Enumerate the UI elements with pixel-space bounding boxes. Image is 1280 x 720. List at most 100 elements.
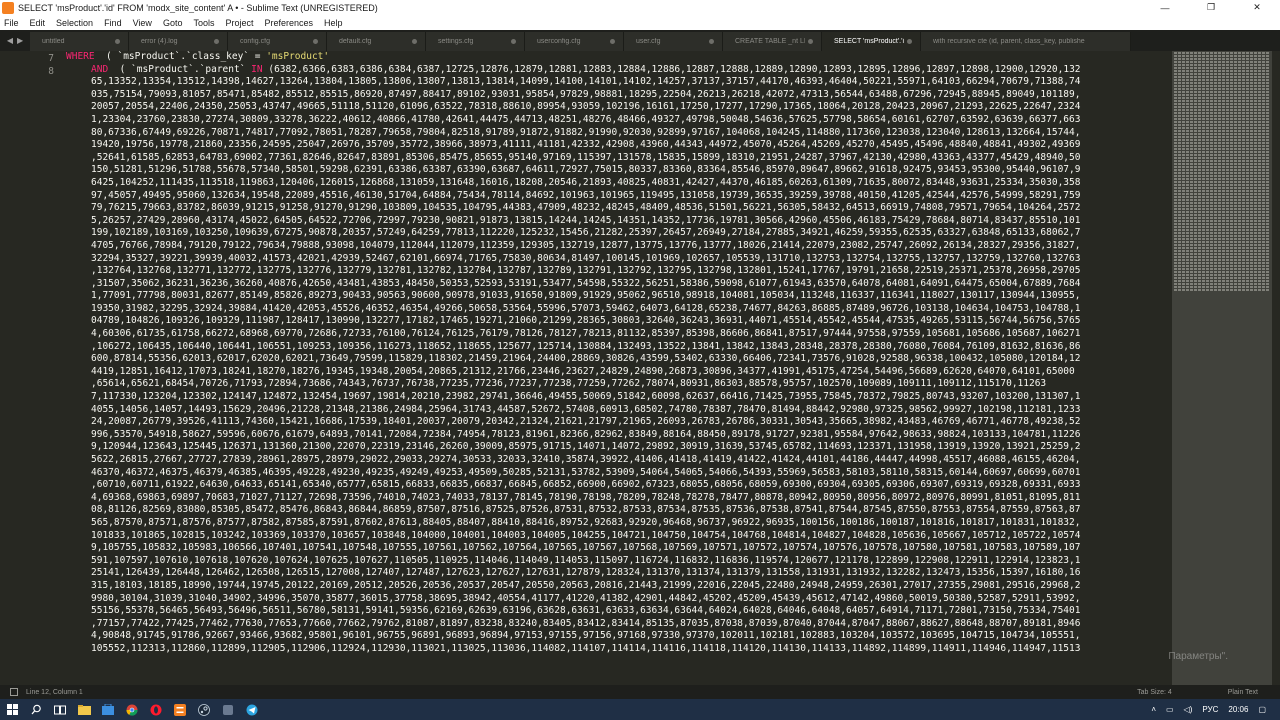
wrapped-line: 04789,104826,109326,109329,111987,128417…: [91, 315, 1081, 327]
wrapped-line: ,60710,60711,61922,64630,64633,65141,653…: [91, 479, 1081, 491]
wrapped-line: 24,20087,26779,39526,41113,74360,15421,1…: [91, 416, 1081, 428]
tab-user[interactable]: user.cfg: [624, 32, 723, 51]
wrapped-line: 32294,35327,39221,39939,40032,41573,4202…: [91, 252, 1081, 264]
tab-close-icon[interactable]: [115, 39, 120, 44]
volume-icon[interactable]: ◁): [1184, 705, 1193, 714]
wrapped-line: 1,77091,77798,80031,82677,85149,85826,89…: [91, 290, 1081, 302]
wrapped-line: ,65614,65621,68454,70726,71793,72894,736…: [91, 378, 1047, 390]
windows-start-icon[interactable]: [0, 699, 24, 720]
wrapped-line: ,132764,132768,132771,132772,132775,1327…: [91, 265, 1081, 277]
search-icon[interactable]: [24, 699, 48, 720]
menu-selection[interactable]: Selection: [56, 18, 93, 28]
wrapped-line: 97,45057,49495,95060,132634,19548,22089,…: [91, 189, 1081, 201]
sublime-window: SELECT 'msProduct'.'id' FROM 'modx_site_…: [0, 0, 1280, 720]
steam-icon[interactable]: [192, 699, 216, 720]
wrapped-line: ,52641,61585,62853,64783,69002,77361,826…: [91, 151, 1081, 163]
tab-close-icon[interactable]: [412, 39, 417, 44]
wrapped-line: 9980,30104,31039,31040,34902,34996,35070…: [91, 592, 1081, 604]
wrapped-line: 4419,12851,16412,17073,18241,18270,18276…: [91, 365, 1075, 377]
tab-with-recursive[interactable]: with recursive cte (id, parent, class_ke…: [921, 32, 1131, 51]
status-right: Tab Size: 4 Plain Text: [1137, 689, 1258, 696]
wrapped-line: 035,75154,79093,81057,85471,85482,85512,…: [91, 88, 1081, 100]
system-tray: ˄ ▭ ◁) РУС 20:06 ▢: [1151, 705, 1280, 714]
tab-create-table[interactable]: CREATE TABLE _nt LIKE nt;: [723, 32, 822, 51]
chrome-icon[interactable]: [120, 699, 144, 720]
file-explorer-icon[interactable]: [72, 699, 96, 720]
tab-close-icon[interactable]: [907, 39, 912, 44]
notifications-icon[interactable]: ▢: [1258, 705, 1266, 714]
tab-select-active[interactable]: SELECT 'msProduct'.'id' FROM 'modx_site_…: [822, 32, 921, 51]
string-literal: 'msProduct': [266, 51, 330, 62]
telegram-icon[interactable]: [240, 699, 264, 720]
editor-area[interactable]: 7 8 WHERE ( `msProduct`.`class_key` = 'm…: [0, 51, 1280, 685]
wrapped-line: 9,120944,123643,125445,126371,131360,213…: [91, 441, 1081, 453]
menu-help[interactable]: Help: [324, 18, 343, 28]
wrapped-line: 65,13352,13354,13512,14398,14627,13264,1…: [91, 76, 1081, 88]
tab-userconfig[interactable]: userconfig.cfg: [525, 32, 624, 51]
menu-tools[interactable]: Tools: [193, 18, 214, 28]
task-view-icon[interactable]: [48, 699, 72, 720]
line-number: 8: [48, 66, 54, 77]
tab-nav-arrows[interactable]: ◀ ▶: [0, 30, 30, 51]
chevron-up-icon[interactable]: ˄: [1151, 705, 1156, 714]
menu-file[interactable]: File: [4, 18, 19, 28]
store-icon[interactable]: [96, 699, 120, 720]
title-bar: SELECT 'msProduct'.'id' FROM 'modx_site_…: [0, 0, 1280, 15]
tab-untitled[interactable]: untitled: [30, 32, 129, 51]
menu-find[interactable]: Find: [104, 18, 122, 28]
window-title: SELECT 'msProduct'.'id' FROM 'modx_site_…: [18, 2, 378, 13]
tab-close-icon[interactable]: [214, 39, 219, 44]
tab-close-icon[interactable]: [808, 39, 813, 44]
clock[interactable]: 20:06: [1228, 705, 1248, 714]
menu-view[interactable]: View: [133, 18, 152, 28]
wrapped-line: 4055,14056,14057,14493,15629,20496,21228…: [91, 403, 1081, 415]
app-icon[interactable]: [216, 699, 240, 720]
minimize-button[interactable]: —: [1142, 0, 1188, 15]
keyword-in: IN: [251, 63, 263, 75]
code-fragment: (6382,6366,6383,6386,6384,6387,12725,128…: [262, 63, 1081, 75]
tab-default[interactable]: default.cfg: [327, 32, 426, 51]
language-indicator[interactable]: РУС: [1202, 705, 1218, 714]
network-icon[interactable]: ▭: [1166, 705, 1174, 714]
tab-label: untitled: [42, 38, 65, 45]
tab-size[interactable]: Tab Size: 4: [1137, 689, 1172, 696]
maximize-button[interactable]: ❐: [1188, 0, 1234, 15]
menu-preferences[interactable]: Preferences: [264, 18, 313, 28]
wrapped-line: 6425,104252,111435,113518,119863,120406,…: [91, 176, 1081, 188]
wrapped-line: 19420,19756,19778,21860,23356,24595,2504…: [91, 139, 1081, 151]
tab-close-icon[interactable]: [610, 39, 615, 44]
wrapped-line: 08,81126,82569,83080,85305,85472,85476,8…: [91, 504, 1081, 516]
tab-label: config.cfg: [240, 38, 270, 45]
tab-bar: ◀ ▶ untitled error (4).log config.cfg de…: [0, 30, 1280, 51]
chevron-right-icon[interactable]: ▶: [17, 36, 23, 45]
menu-project[interactable]: Project: [225, 18, 253, 28]
menu-bar: File Edit Selection Find View Goto Tools…: [0, 15, 1280, 30]
minimap[interactable]: [1172, 51, 1272, 685]
panel-toggle-icon[interactable]: [10, 688, 18, 696]
tab-config[interactable]: config.cfg: [228, 32, 327, 51]
chevron-left-icon[interactable]: ◀: [7, 36, 13, 45]
tab-close-icon[interactable]: [313, 39, 318, 44]
wrapped-line: 20057,20554,22406,24350,25053,43747,4966…: [91, 101, 1081, 113]
wrapped-line: 4,69368,69863,69897,70683,71027,71127,72…: [91, 491, 1081, 503]
tab-label: user.cfg: [636, 38, 661, 45]
menu-goto[interactable]: Goto: [163, 18, 183, 28]
wrapped-line: 25141,126439,126448,126462,126508,126515…: [91, 567, 1081, 579]
code-text[interactable]: WHERE ( `msProduct`.`class_key` = 'msPro…: [66, 51, 1168, 685]
syntax-mode[interactable]: Plain Text: [1228, 689, 1258, 696]
menu-edit[interactable]: Edit: [30, 18, 46, 28]
close-button[interactable]: ✕: [1234, 0, 1280, 15]
tab-error-log[interactable]: error (4).log: [129, 32, 228, 51]
cursor-position: Line 12, Column 1: [26, 688, 83, 696]
tab-close-icon[interactable]: [709, 39, 714, 44]
tab-label: CREATE TABLE _nt LIKE nt;: [735, 38, 805, 45]
tab-settings[interactable]: settings.cfg: [426, 32, 525, 51]
tab-label: with recursive cte (id, parent, class_ke…: [933, 38, 1085, 45]
wrapped-line: 79,76215,79663,83782,86039,91215,91258,9…: [91, 202, 1081, 214]
minimap-viewport[interactable]: [1172, 51, 1272, 685]
wrapped-line: 996,53570,54918,58627,59596,60676,61679,…: [91, 428, 1081, 440]
tab-close-icon[interactable]: [511, 39, 516, 44]
opera-icon[interactable]: [144, 699, 168, 720]
vertical-scrollbar[interactable]: [1272, 51, 1280, 685]
sublime-icon[interactable]: [168, 699, 192, 720]
